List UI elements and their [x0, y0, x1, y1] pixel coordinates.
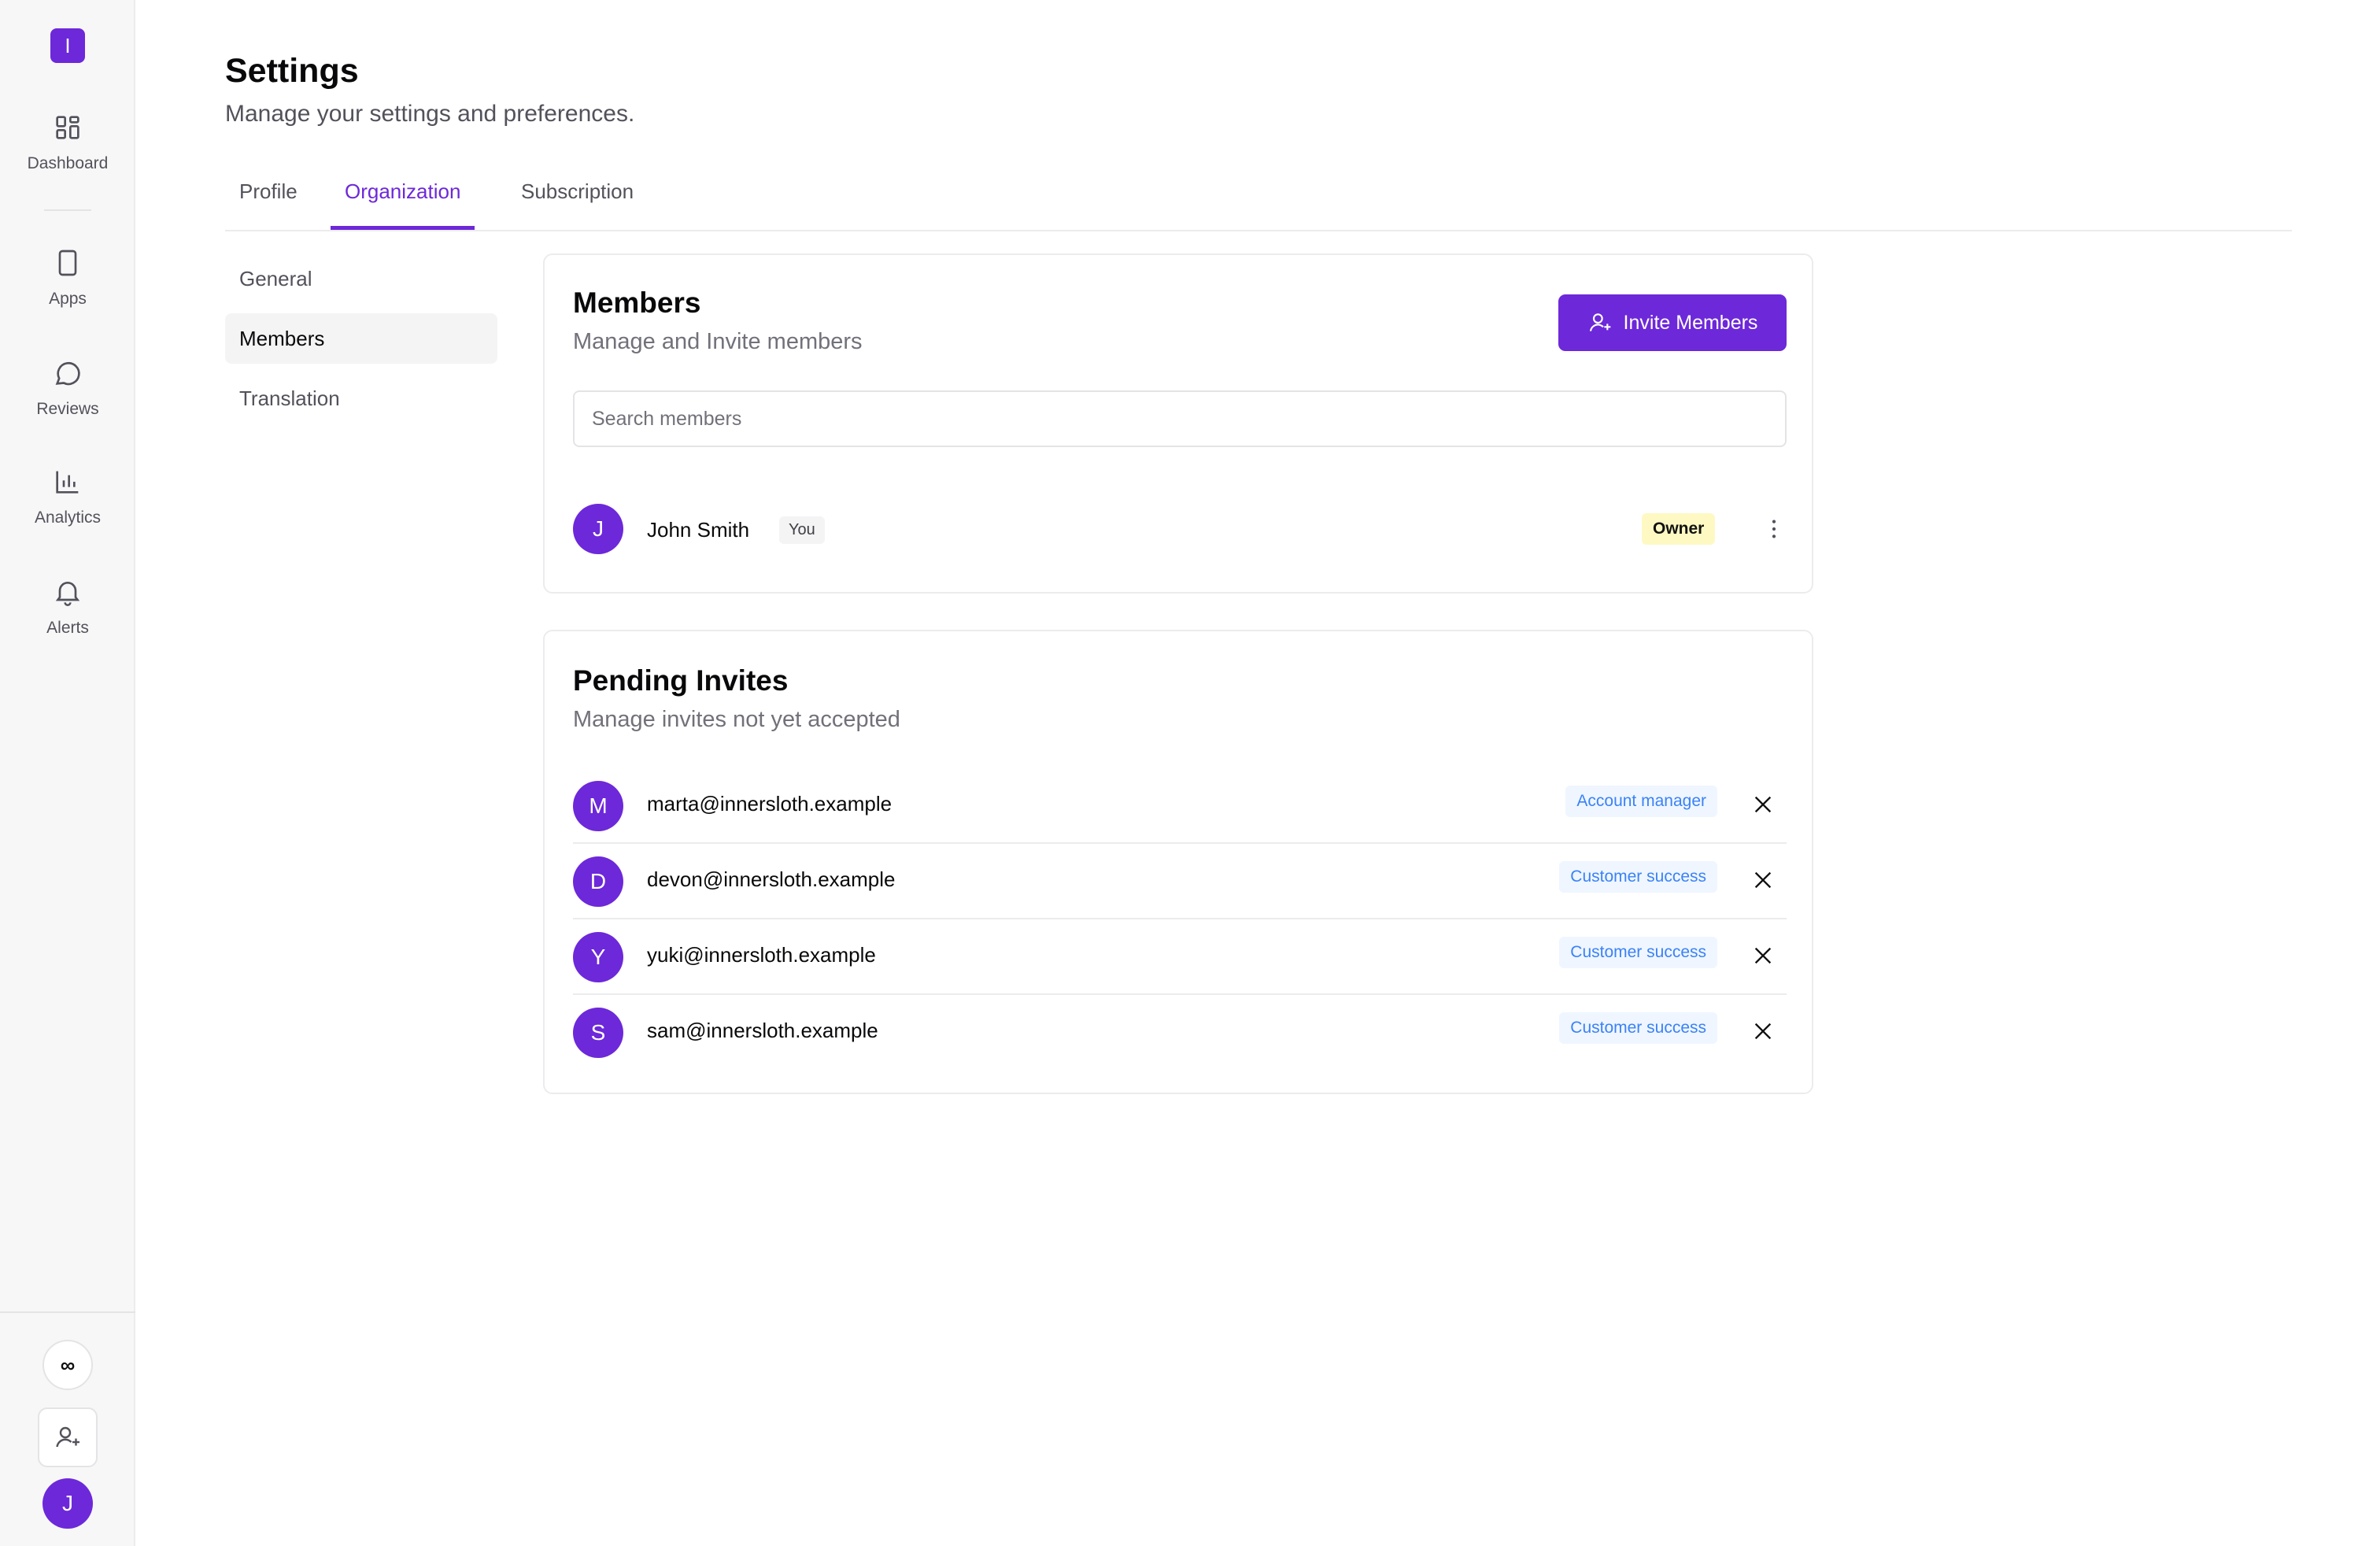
invite-email: yuki@innersloth.example: [647, 943, 876, 967]
remove-invite-button[interactable]: [1746, 863, 1780, 897]
tab-subscription[interactable]: Subscription: [507, 179, 648, 230]
member-menu-button[interactable]: [1758, 513, 1790, 545]
close-icon: [1754, 1023, 1772, 1040]
pending-invites-description: Manage invites not yet accepted: [573, 707, 900, 732]
avatar: D: [573, 856, 623, 907]
avatar: M: [573, 781, 623, 831]
subnav-members[interactable]: Members: [225, 313, 497, 364]
sidebar-item-label: Alerts: [46, 619, 89, 637]
bell-icon: [55, 582, 80, 606]
members-title: Members: [573, 287, 701, 319]
role-badge: Owner: [1642, 513, 1716, 545]
invite-members-button[interactable]: Invite Members: [1558, 294, 1787, 351]
tab-profile[interactable]: Profile: [225, 179, 312, 230]
sidebar-item-analytics[interactable]: Analytics: [0, 466, 135, 553]
user-plus-icon: [1589, 313, 1610, 331]
invite-row: M marta@innersloth.example Account manag…: [573, 768, 1787, 844]
invite-members-label: Invite Members: [1623, 311, 1758, 334]
subnav-general[interactable]: General: [225, 253, 497, 304]
you-badge: You: [779, 516, 825, 544]
page-title: Settings: [225, 52, 359, 90]
avatar: Y: [573, 932, 623, 982]
subnav-translation[interactable]: Translation: [225, 373, 497, 423]
avatar: J: [573, 504, 623, 554]
invite-row: Y yuki@innersloth.example Customer succe…: [573, 919, 1787, 995]
sidebar-item-label: Analytics: [34, 509, 102, 527]
role-badge: Customer success: [1559, 1012, 1717, 1044]
close-icon: [1754, 871, 1772, 889]
invite-email: sam@innersloth.example: [647, 1019, 878, 1042]
close-icon: [1754, 796, 1772, 813]
tab-organization[interactable]: Organization: [331, 179, 475, 230]
sidebar: I Dashboard Apps Reviews Analytics Alert…: [0, 0, 135, 1546]
layout-grid-icon: [56, 116, 79, 139]
user-plus-icon: [56, 1426, 79, 1448]
sidebar-item-label: Dashboard: [27, 154, 109, 172]
sidebar-item-label: Apps: [49, 290, 87, 308]
invite-email: devon@innersloth.example: [647, 867, 896, 891]
sidebar-divider: [0, 1311, 135, 1313]
member-name: John Smith: [647, 518, 750, 542]
settings-tabs: Profile Organization Subscription: [225, 162, 2292, 231]
brand-logo[interactable]: I: [50, 28, 85, 63]
user-avatar[interactable]: J: [42, 1478, 93, 1529]
role-badge: Customer success: [1559, 937, 1717, 968]
members-description: Manage and Invite members: [573, 329, 863, 354]
smartphone-icon: [58, 250, 77, 276]
search-members-input[interactable]: [573, 390, 1787, 447]
role-badge: Customer success: [1559, 861, 1717, 893]
role-badge: Account manager: [1565, 786, 1717, 817]
invite-row: D devon@innersloth.example Customer succ…: [573, 844, 1787, 919]
more-vertical-icon: [1772, 520, 1776, 538]
nav-divider: [44, 209, 91, 211]
pending-invites-title: Pending Invites: [573, 664, 789, 697]
sidebar-item-dashboard[interactable]: Dashboard: [0, 112, 135, 198]
page-subtitle: Manage your settings and preferences.: [225, 101, 635, 127]
pending-invites-card: Pending Invites Manage invites not yet a…: [543, 630, 1813, 1094]
remove-invite-button[interactable]: [1746, 787, 1780, 822]
sidebar-item-alerts[interactable]: Alerts: [0, 576, 135, 663]
add-user-button[interactable]: [38, 1407, 98, 1467]
close-icon: [1754, 947, 1772, 964]
invite-email: marta@innersloth.example: [647, 792, 893, 816]
invite-row: S sam@innersloth.example Customer succes…: [573, 995, 1787, 1071]
sidebar-item-apps[interactable]: Apps: [0, 247, 135, 334]
infinity-button[interactable]: ∞: [42, 1340, 93, 1390]
remove-invite-button[interactable]: [1746, 1014, 1780, 1049]
message-circle-icon: [55, 361, 80, 386]
app-root: I Dashboard Apps Reviews Analytics Alert…: [0, 0, 2380, 1546]
members-card: Members Manage and Invite members Invite…: [543, 253, 1813, 594]
remove-invite-button[interactable]: [1746, 938, 1780, 973]
sidebar-item-label: Reviews: [36, 400, 99, 418]
sidebar-item-reviews[interactable]: Reviews: [0, 357, 135, 444]
avatar: S: [573, 1008, 623, 1058]
bar-chart-icon: [56, 471, 79, 494]
